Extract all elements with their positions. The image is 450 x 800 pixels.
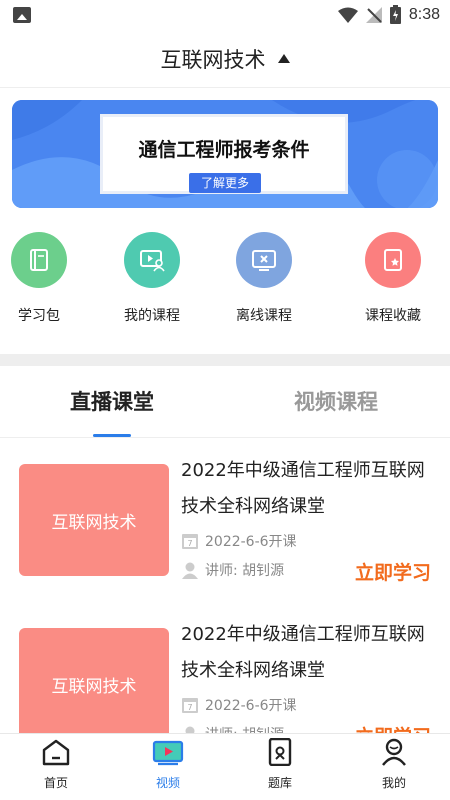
course-tabs: 直播课堂 视频课程	[0, 366, 450, 438]
user-icon	[185, 726, 195, 733]
clock: 8:38	[408, 5, 440, 23]
nav-label: 视频	[155, 776, 180, 790]
tab-video-courses[interactable]: 视频课程	[294, 386, 378, 416]
course-thumbnail: 互联网技术	[19, 464, 169, 576]
course-teacher: 讲师: 胡钊源	[205, 563, 285, 579]
nav-label: 首页	[43, 776, 68, 790]
menu-item-my-courses[interactable]: 我的课程	[107, 230, 197, 325]
tab-live-class[interactable]: 直播课堂	[70, 386, 154, 416]
active-tab-indicator	[93, 434, 131, 437]
video-icon	[152, 740, 184, 766]
nav-profile[interactable]: 我的	[364, 738, 424, 791]
profile-icon	[382, 738, 406, 766]
wifi-icon	[337, 7, 358, 23]
course-thumbnail: 互联网技术	[19, 628, 169, 733]
svg-text:7: 7	[187, 539, 192, 548]
course-teacher: 讲师: 胡钊源	[205, 724, 284, 733]
status-icons: 8:38	[337, 5, 440, 24]
quick-menu: 学习包 我的课程 离线课程 课程收藏	[0, 230, 450, 330]
bottom-nav: 首页 视频 题库 我的	[0, 733, 450, 800]
menu-item-label: 课程收藏	[365, 308, 421, 324]
caret-up-icon	[277, 54, 290, 63]
banner-card: 通信工程师报考条件 了解更多	[100, 114, 348, 194]
gallery-notification-icon	[13, 7, 31, 23]
list-item[interactable]: 互联网技术 2022年中级通信工程师互联网技术全科网络课堂 7 2022-6-6…	[0, 603, 450, 733]
course-title: 2022年中级通信工程师互联网技术全科网络课堂	[181, 460, 425, 517]
book-icon	[11, 232, 67, 288]
category-selector[interactable]: 互联网技术	[0, 30, 450, 88]
calendar-icon: 7	[182, 534, 198, 549]
my-course-icon	[124, 232, 180, 288]
course-title: 2022年中级通信工程师互联网技术全科网络课堂	[181, 624, 425, 681]
favorite-icon	[365, 232, 421, 288]
no-signal-icon	[365, 6, 382, 23]
course-date-row: 7 2022-6-6开课	[181, 531, 297, 551]
menu-item-offline-courses[interactable]: 离线课程	[219, 230, 309, 325]
menu-item-label: 我的课程	[124, 308, 180, 324]
study-now-button[interactable]: 立即学习	[355, 722, 431, 733]
course-teacher-row: 讲师: 胡钊源	[181, 724, 284, 733]
menu-item-label: 学习包	[18, 308, 60, 324]
nav-home[interactable]: 首页	[26, 738, 86, 791]
menu-item-favorites[interactable]: 课程收藏	[348, 230, 438, 325]
question-bank-icon	[268, 737, 292, 767]
home-icon	[42, 739, 70, 766]
course-date: 2022-6-6开课	[205, 698, 297, 714]
menu-item-study-pack[interactable]: 学习包	[0, 230, 84, 325]
nav-label: 题库	[267, 776, 292, 790]
course-teacher-row: 讲师: 胡钊源	[181, 560, 284, 580]
status-bar: 8:38	[0, 0, 450, 30]
calendar-icon: 7	[182, 698, 198, 713]
page-title: 互联网技术	[160, 47, 266, 72]
battery-charging-icon	[389, 5, 401, 24]
nav-video[interactable]: 视频	[138, 738, 198, 791]
course-date: 2022-6-6开课	[205, 534, 297, 550]
svg-text:7: 7	[187, 703, 192, 712]
course-list: 互联网技术 2022年中级通信工程师互联网技术全科网络课堂 7 2022-6-6…	[0, 439, 450, 733]
list-item[interactable]: 互联网技术 2022年中级通信工程师互联网技术全科网络课堂 7 2022-6-6…	[0, 439, 450, 589]
learn-more-button[interactable]: 了解更多	[189, 173, 261, 193]
menu-item-label: 离线课程	[236, 308, 292, 324]
nav-question-bank[interactable]: 题库	[250, 737, 310, 791]
course-date-row: 7 2022-6-6开课	[181, 695, 297, 715]
promo-banner[interactable]: 通信工程师报考条件 了解更多	[12, 100, 438, 208]
study-now-button[interactable]: 立即学习	[355, 558, 431, 585]
user-icon	[182, 562, 198, 579]
banner-headline: 通信工程师报考条件	[138, 139, 310, 161]
section-divider	[0, 354, 450, 366]
offline-course-icon	[236, 232, 292, 288]
nav-label: 我的	[381, 776, 406, 790]
